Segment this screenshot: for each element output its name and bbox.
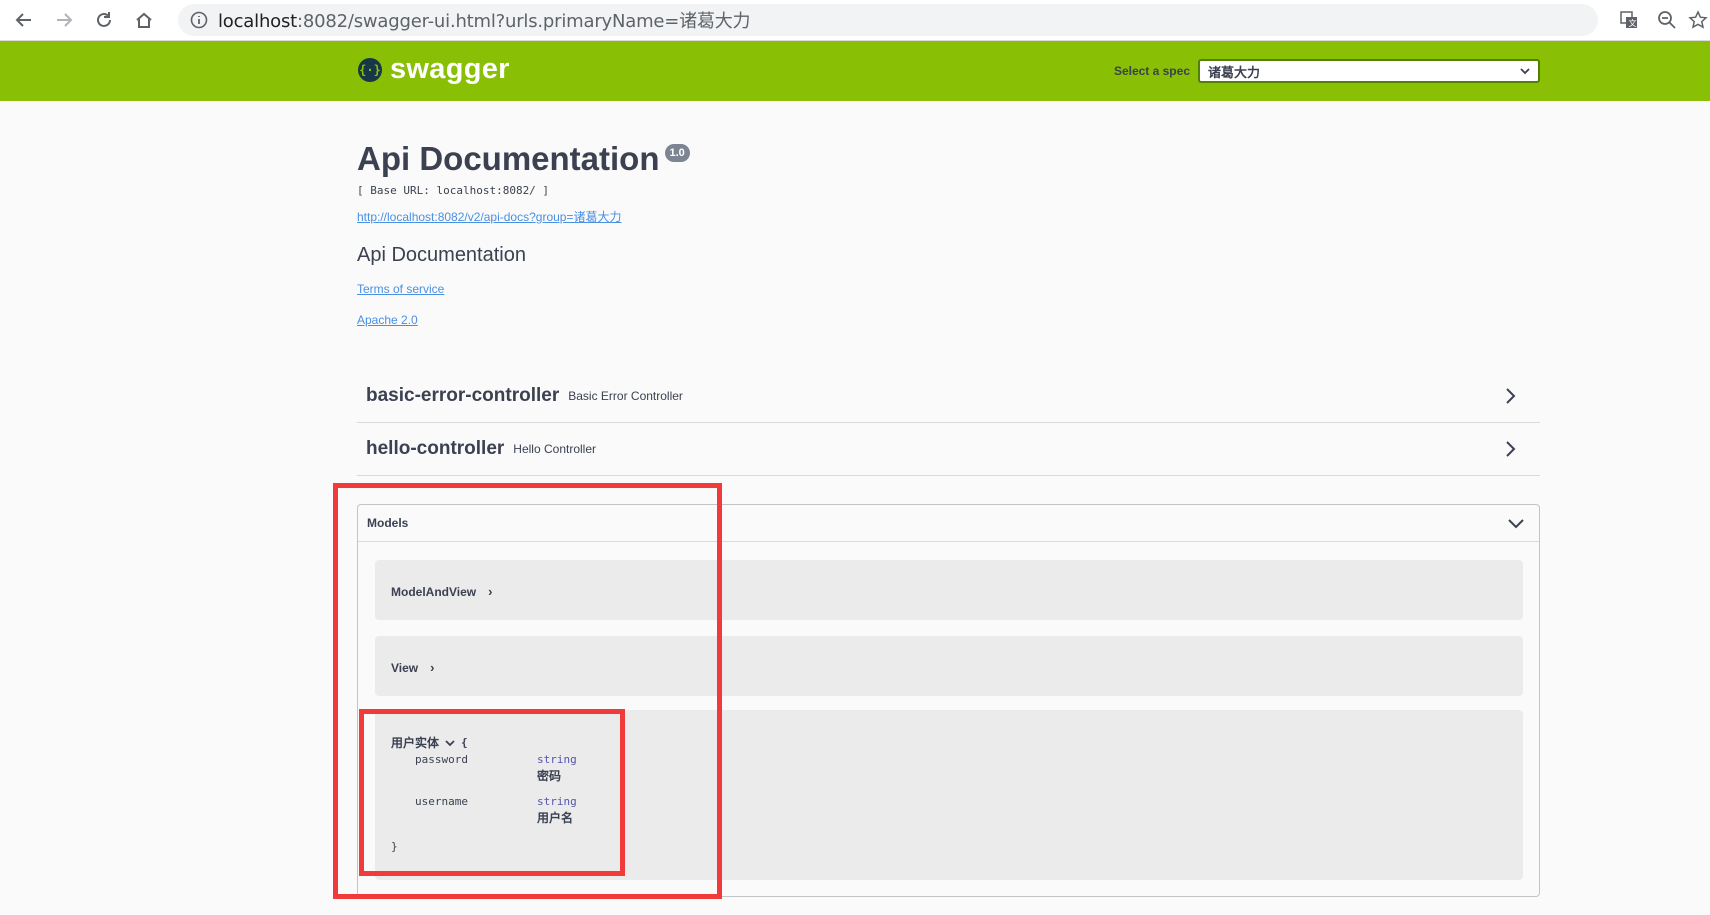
zoom-button[interactable]: [1648, 2, 1686, 38]
spec-label: Select a spec: [1113, 64, 1190, 78]
model-title[interactable]: ModelAndView ›: [391, 584, 492, 599]
svg-text:文: 文: [1629, 18, 1637, 28]
api-docs-link[interactable]: http://localhost:8082/v2/api-docs?group=…: [357, 208, 621, 225]
version-badge: 1.0: [664, 144, 690, 162]
model-name: 用户实体: [391, 736, 440, 750]
model-modelandview[interactable]: ModelAndView ›: [375, 560, 1523, 620]
close-brace: }: [391, 840, 398, 853]
home-button[interactable]: [124, 2, 164, 38]
property-description: 用户名: [537, 811, 574, 825]
star-icon: [1688, 10, 1708, 29]
base-url: [ Base URL: localhost:8082/ ]: [357, 184, 550, 197]
property-description: 密码: [537, 769, 562, 783]
url-text[interactable]: localhost:8082/swagger-ui.html?urls.prim…: [218, 7, 751, 33]
spec-select-value: 诸葛大力: [1208, 64, 1261, 80]
model-user-entity: 用户实体 { password string 密码 username strin…: [375, 710, 1523, 880]
reload-icon: [97, 12, 111, 27]
chevron-right-icon: ›: [430, 660, 435, 675]
address-bar[interactable]: localhost:8082/swagger-ui.html?urls.prim…: [178, 4, 1598, 36]
reload-button[interactable]: [84, 2, 124, 38]
back-button[interactable]: [4, 2, 44, 38]
arrow-right-icon: [57, 13, 73, 27]
chevron-right-icon: ›: [488, 584, 493, 599]
tag-basic-error-controller[interactable]: basic-error-controller Basic Error Contr…: [357, 370, 1540, 423]
page-title: Api Documentation: [357, 140, 660, 177]
open-brace: {: [461, 736, 468, 749]
model-title[interactable]: View ›: [391, 660, 434, 675]
tag-description: Hello Controller: [513, 442, 596, 456]
swagger-topbar: {·} swagger Select a spec 诸葛大力: [0, 41, 1710, 101]
translate-button[interactable]: 文: [1610, 2, 1648, 38]
property-type: string: [537, 795, 577, 808]
property-type: string: [537, 753, 577, 766]
model-name: ModelAndView: [391, 584, 477, 599]
property-name: username: [415, 795, 468, 808]
spec-select[interactable]: 诸葛大力: [1198, 59, 1540, 83]
forward-button[interactable]: [44, 2, 84, 38]
info-icon[interactable]: [190, 11, 208, 29]
translate-icon: 文: [1620, 11, 1637, 28]
models-title: Models: [367, 516, 409, 530]
swagger-logo[interactable]: {·} swagger: [358, 53, 510, 86]
model-view[interactable]: View ›: [375, 636, 1523, 696]
tag-hello-controller[interactable]: hello-controller Hello Controller: [357, 423, 1540, 476]
api-title-block: Api Documentation 1.0: [357, 140, 690, 178]
home-icon: [136, 12, 152, 28]
model-title[interactable]: 用户实体 {: [391, 734, 468, 751]
model-name: View: [391, 660, 419, 675]
chevron-down-icon: [445, 739, 455, 746]
models-header[interactable]: Models: [358, 505, 1539, 542]
chevron-down-icon: [1508, 519, 1524, 529]
tag-name: basic-error-controller: [366, 385, 560, 406]
models-section: Models ModelAndView › View › 用户实体 { pass…: [357, 504, 1540, 897]
terms-of-service-link[interactable]: Terms of service: [357, 282, 444, 296]
zoom-out-icon: [1658, 11, 1676, 29]
spec-selector: Select a spec 诸葛大力: [1114, 59, 1540, 83]
tag-description: Basic Error Controller: [568, 389, 683, 403]
property-name: password: [415, 753, 468, 766]
chevron-right-icon: [1506, 388, 1516, 404]
arrow-left-icon: [15, 13, 31, 27]
tag-name: hello-controller: [366, 438, 505, 459]
license-link[interactable]: Apache 2.0: [357, 313, 418, 327]
browser-toolbar: localhost:8082/swagger-ui.html?urls.prim…: [0, 0, 1710, 41]
swagger-brand: swagger: [390, 53, 510, 85]
bookmark-button[interactable]: [1686, 2, 1710, 38]
chevron-down-icon: [1520, 68, 1530, 75]
api-description: Api Documentation: [357, 244, 526, 266]
swagger-logo-icon: {·}: [358, 57, 382, 82]
browser-actions: 文: [1610, 0, 1710, 40]
chevron-right-icon: [1506, 441, 1516, 457]
